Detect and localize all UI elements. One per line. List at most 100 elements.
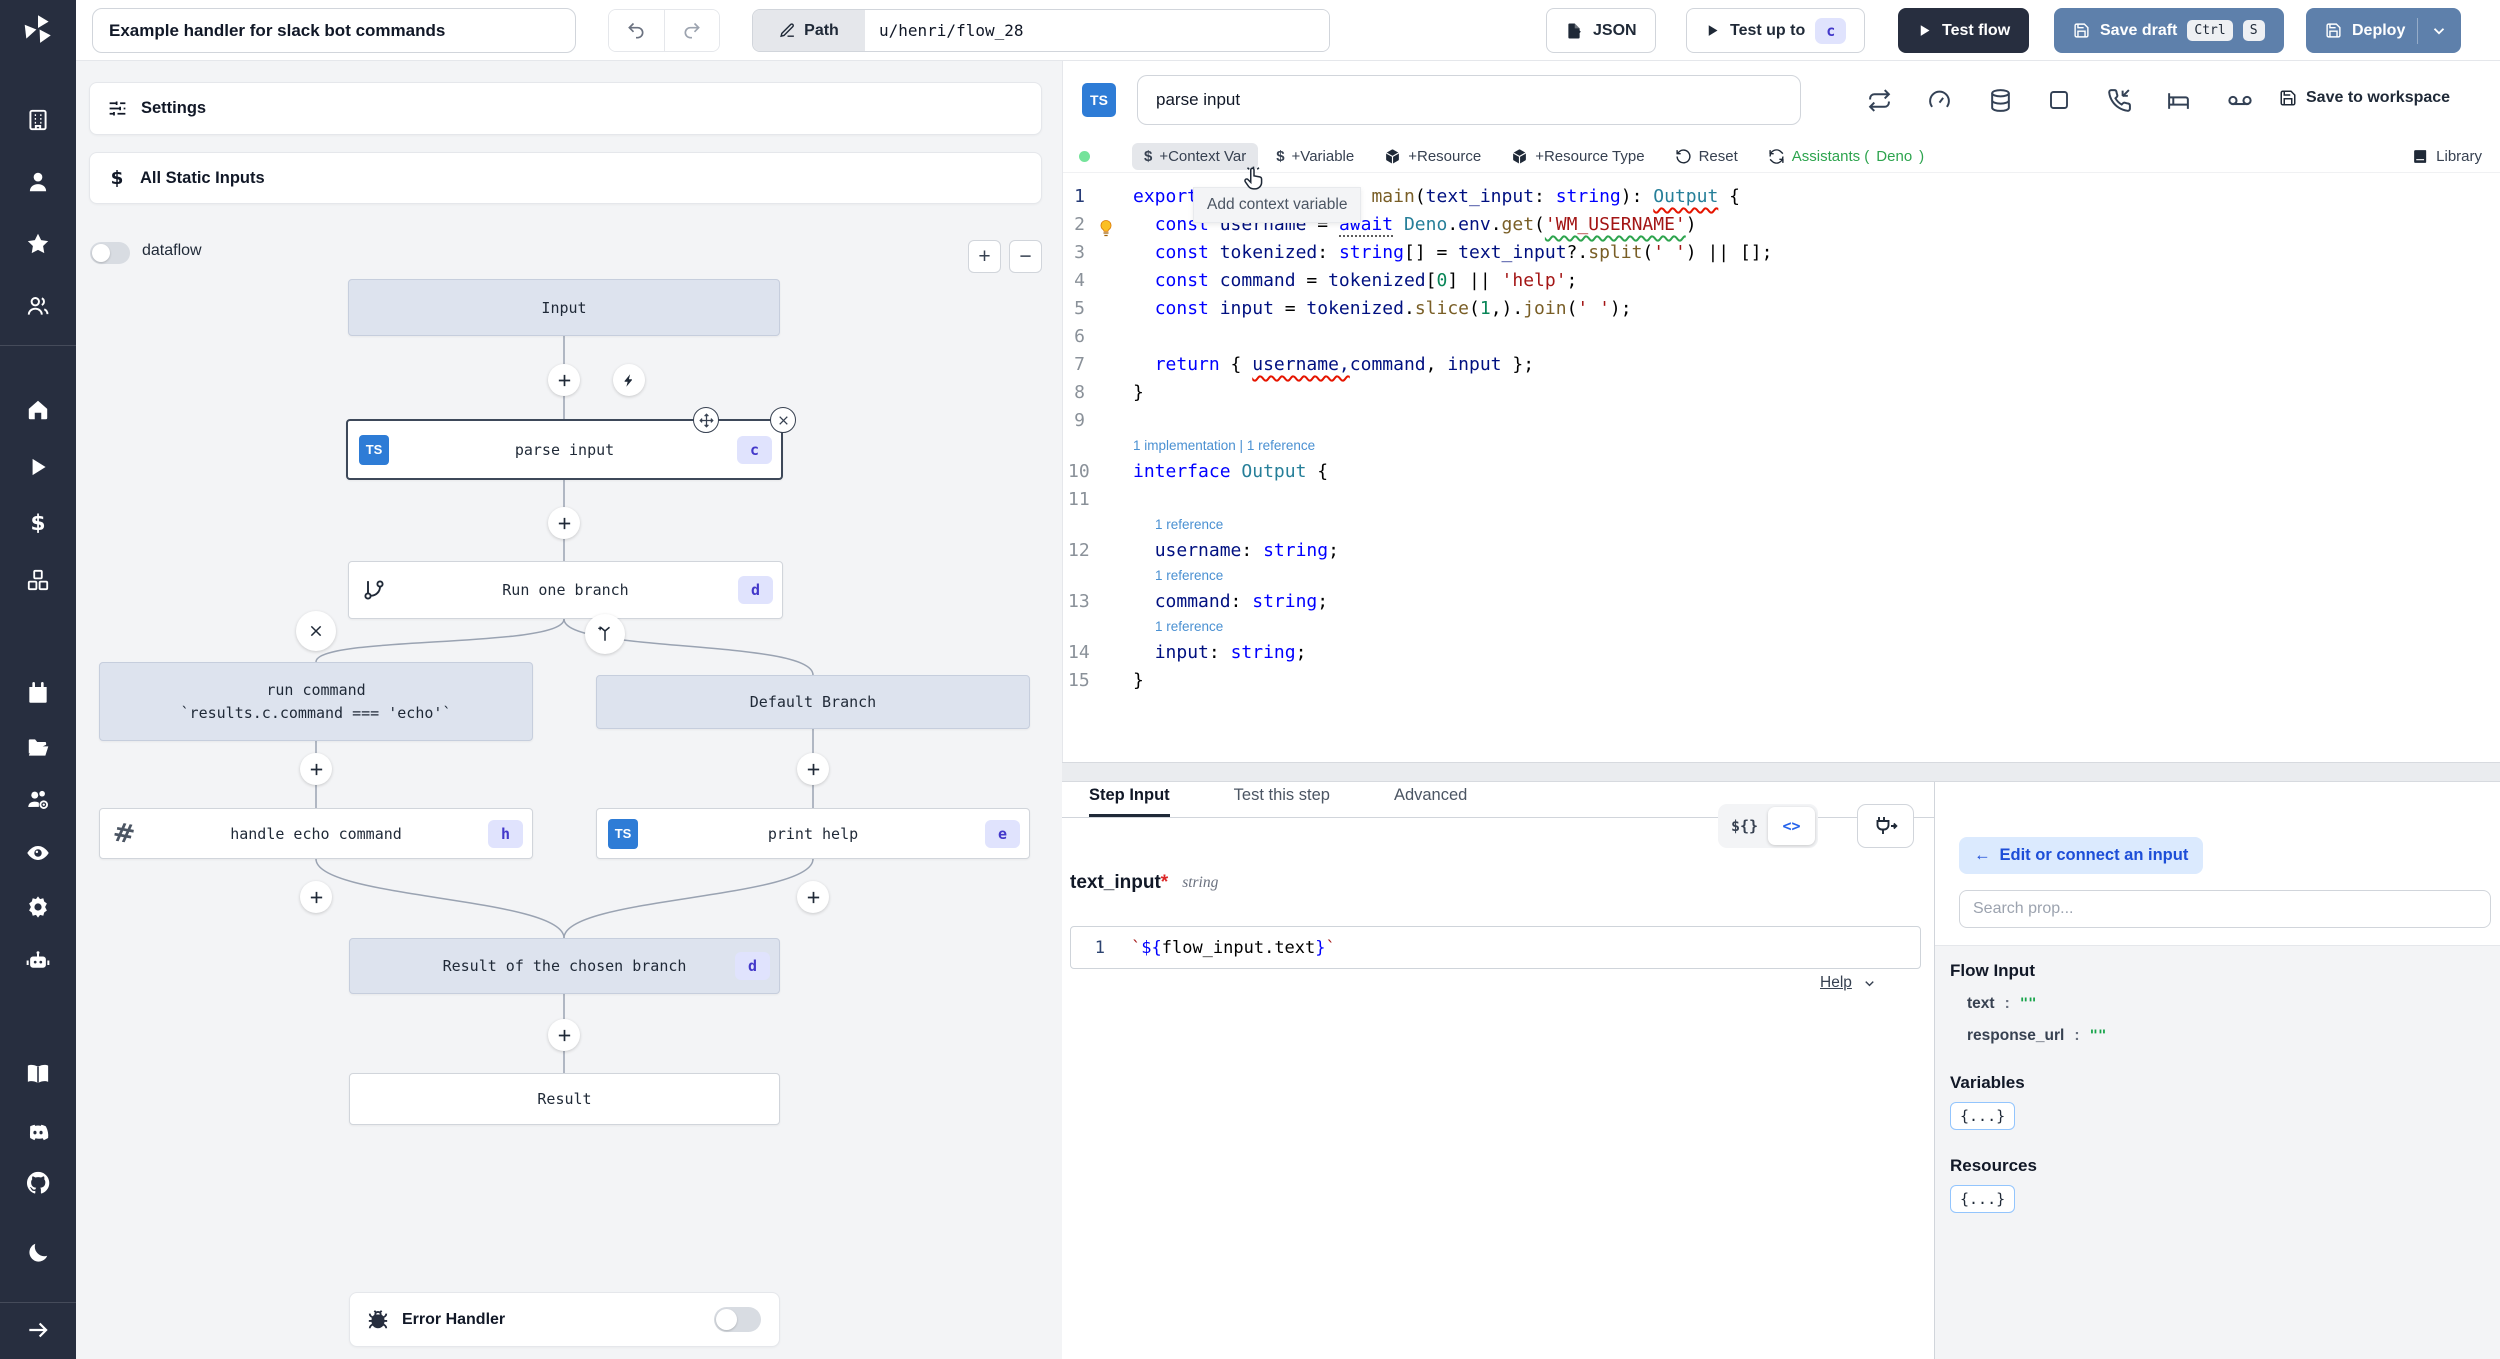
add-resource-type-button[interactable]: +Resource Type (1511, 148, 1645, 165)
test-up-to-button[interactable]: Test up to c (1686, 8, 1866, 53)
assistants-button[interactable]: Assistants (Deno) (1768, 148, 1924, 165)
expand-arrow-right-icon[interactable] (25, 1317, 51, 1343)
add-step-button[interactable] (797, 881, 829, 913)
reset-button[interactable]: Reset (1675, 148, 1738, 165)
code-line[interactable]: 6 (1063, 326, 2500, 354)
interpolation-mode-button[interactable]: ${} (1721, 807, 1768, 845)
node-input[interactable]: Input (348, 279, 780, 336)
tab-advanced[interactable]: Advanced (1394, 782, 1467, 817)
flow-settings-button[interactable]: Settings (89, 82, 1042, 135)
node-result-of-chosen-branch[interactable]: Result of the chosen branch d (349, 938, 780, 994)
test-flow-button[interactable]: Test flow (1898, 8, 2030, 53)
path-input[interactable] (865, 10, 1329, 51)
all-static-inputs-button[interactable]: $ All Static Inputs (89, 152, 1042, 204)
json-button[interactable]: JSON (1546, 8, 1656, 53)
code-line[interactable]: 10 interface Output { (1063, 461, 2500, 489)
code-line[interactable]: 5 const input = tokenized.slice(1,).join… (1063, 298, 2500, 326)
github-icon[interactable] (24, 1169, 52, 1197)
add-step-button[interactable] (548, 1019, 580, 1051)
groups-icon[interactable] (25, 293, 51, 319)
deploy-button[interactable]: Deploy (2306, 8, 2462, 53)
dark-mode-moon-icon[interactable] (25, 1240, 51, 1266)
variables-object-chip[interactable]: {...} (1950, 1102, 2016, 1130)
chevron-down-icon[interactable] (2430, 22, 2448, 40)
zoom-out-button[interactable]: − (1009, 240, 1042, 273)
node-result[interactable]: Result (349, 1073, 780, 1125)
settings-gear-icon[interactable] (25, 894, 52, 921)
add-step-button[interactable] (548, 507, 580, 539)
code-line[interactable]: 3 const tokenized: string[] = text_input… (1063, 242, 2500, 270)
edit-or-connect-input-button[interactable]: ← Edit or connect an input (1959, 837, 2204, 874)
early-stop-square-icon[interactable] (2047, 88, 2071, 112)
code-line[interactable]: 4 const command = tokenized[0] || 'help'… (1063, 270, 2500, 298)
resources-boxes-icon[interactable] (25, 567, 51, 593)
delete-step-button[interactable] (770, 407, 796, 433)
node-run-one-branch[interactable]: Run one branch d (348, 561, 783, 619)
add-context-var-button[interactable]: $ +Context Var (1132, 142, 1259, 170)
code-line[interactable]: 7 return { username,command, input }; (1063, 354, 2500, 382)
variables-dollar-icon[interactable]: $ (25, 510, 51, 536)
add-variable-button[interactable]: $ +Variable (1276, 148, 1354, 165)
node-run-command-branch[interactable]: run command `results.c.command === 'echo… (99, 662, 533, 741)
windmill-logo[interactable] (21, 12, 55, 46)
add-resource-button[interactable]: +Resource (1384, 148, 1481, 165)
code-mode-button[interactable]: <> (1768, 807, 1815, 845)
node-parse-input[interactable]: TS parse input c (346, 407, 796, 480)
node-default-branch[interactable]: Default Branch (596, 675, 1030, 729)
cache-database-icon[interactable] (1988, 88, 2013, 113)
save-to-workspace-button[interactable]: Save to workspace (2279, 89, 2450, 107)
add-step-button[interactable] (548, 364, 580, 396)
codelens-link[interactable]: 1 reference (1063, 517, 2500, 540)
move-step-button[interactable] (693, 407, 719, 433)
workers-icon[interactable] (25, 787, 51, 813)
prop-row-response-url[interactable]: response_url : "" (1967, 1027, 2500, 1045)
tab-step-input[interactable]: Step Input (1089, 782, 1170, 817)
panel-resize-handle[interactable] (1062, 762, 2500, 782)
home-icon[interactable] (25, 397, 51, 423)
expression-editor[interactable]: 1 `${flow_input.text}` (1070, 926, 1921, 969)
codelens-link[interactable]: 1 reference (1063, 568, 2500, 591)
resources-object-chip[interactable]: {...} (1950, 1185, 2016, 1213)
step-name-input[interactable] (1137, 75, 1801, 125)
node-handle-echo-command[interactable]: # handle echo command h (99, 808, 533, 859)
node-print-help[interactable]: TS print help e (596, 808, 1030, 859)
concurrency-gauge-icon[interactable] (1927, 88, 1952, 113)
code-line[interactable]: 12 username: string; (1063, 540, 2500, 568)
folders-icon[interactable] (25, 735, 51, 761)
prop-row-text[interactable]: text : "" (1967, 995, 2500, 1013)
connect-input-plug-button[interactable] (1857, 804, 1914, 848)
user-icon[interactable] (25, 169, 51, 195)
code-line[interactable]: 13 command: string; (1063, 591, 2500, 619)
code-line[interactable]: 11 (1063, 489, 2500, 517)
discord-icon[interactable] (25, 1119, 52, 1146)
help-link[interactable]: Help (1820, 974, 1877, 992)
add-step-button[interactable] (300, 753, 332, 785)
schedules-calendar-icon[interactable] (25, 680, 51, 706)
code-lines[interactable]: 1export async function main(text_input: … (1063, 173, 2500, 762)
lightbulb-icon[interactable] (1096, 218, 1116, 238)
path-label[interactable]: Path (753, 10, 865, 51)
sleep-bed-icon[interactable] (2166, 88, 2191, 113)
flow-title-input[interactable] (92, 8, 576, 53)
runs-play-icon[interactable] (25, 454, 51, 480)
error-handler-toggle[interactable] (714, 1307, 761, 1332)
ai-robot-icon[interactable] (25, 948, 52, 975)
save-draft-button[interactable]: Save draft Ctrl S (2054, 8, 2284, 53)
redo-button[interactable] (663, 10, 719, 51)
favorites-star-icon[interactable] (25, 231, 51, 257)
code-line[interactable]: 8} (1063, 382, 2500, 410)
zoom-in-button[interactable]: + (968, 240, 1001, 273)
add-branch-button[interactable] (585, 614, 625, 654)
undo-button[interactable] (609, 10, 664, 51)
codelens-link[interactable]: 1 implementation | 1 reference (1063, 438, 2500, 461)
workspace-icon[interactable] (25, 107, 51, 133)
retries-repeat-icon[interactable] (1867, 88, 1892, 113)
add-step-button[interactable] (300, 881, 332, 913)
code-line[interactable]: 9 (1063, 410, 2500, 438)
docs-book-icon[interactable] (25, 1061, 52, 1088)
error-handler-card[interactable]: Error Handler (349, 1292, 780, 1347)
code-line[interactable]: 15} (1063, 670, 2500, 698)
audit-eye-icon[interactable] (25, 840, 52, 867)
library-button[interactable]: Library (2412, 148, 2482, 165)
mock-voicemail-icon[interactable] (2227, 88, 2253, 114)
